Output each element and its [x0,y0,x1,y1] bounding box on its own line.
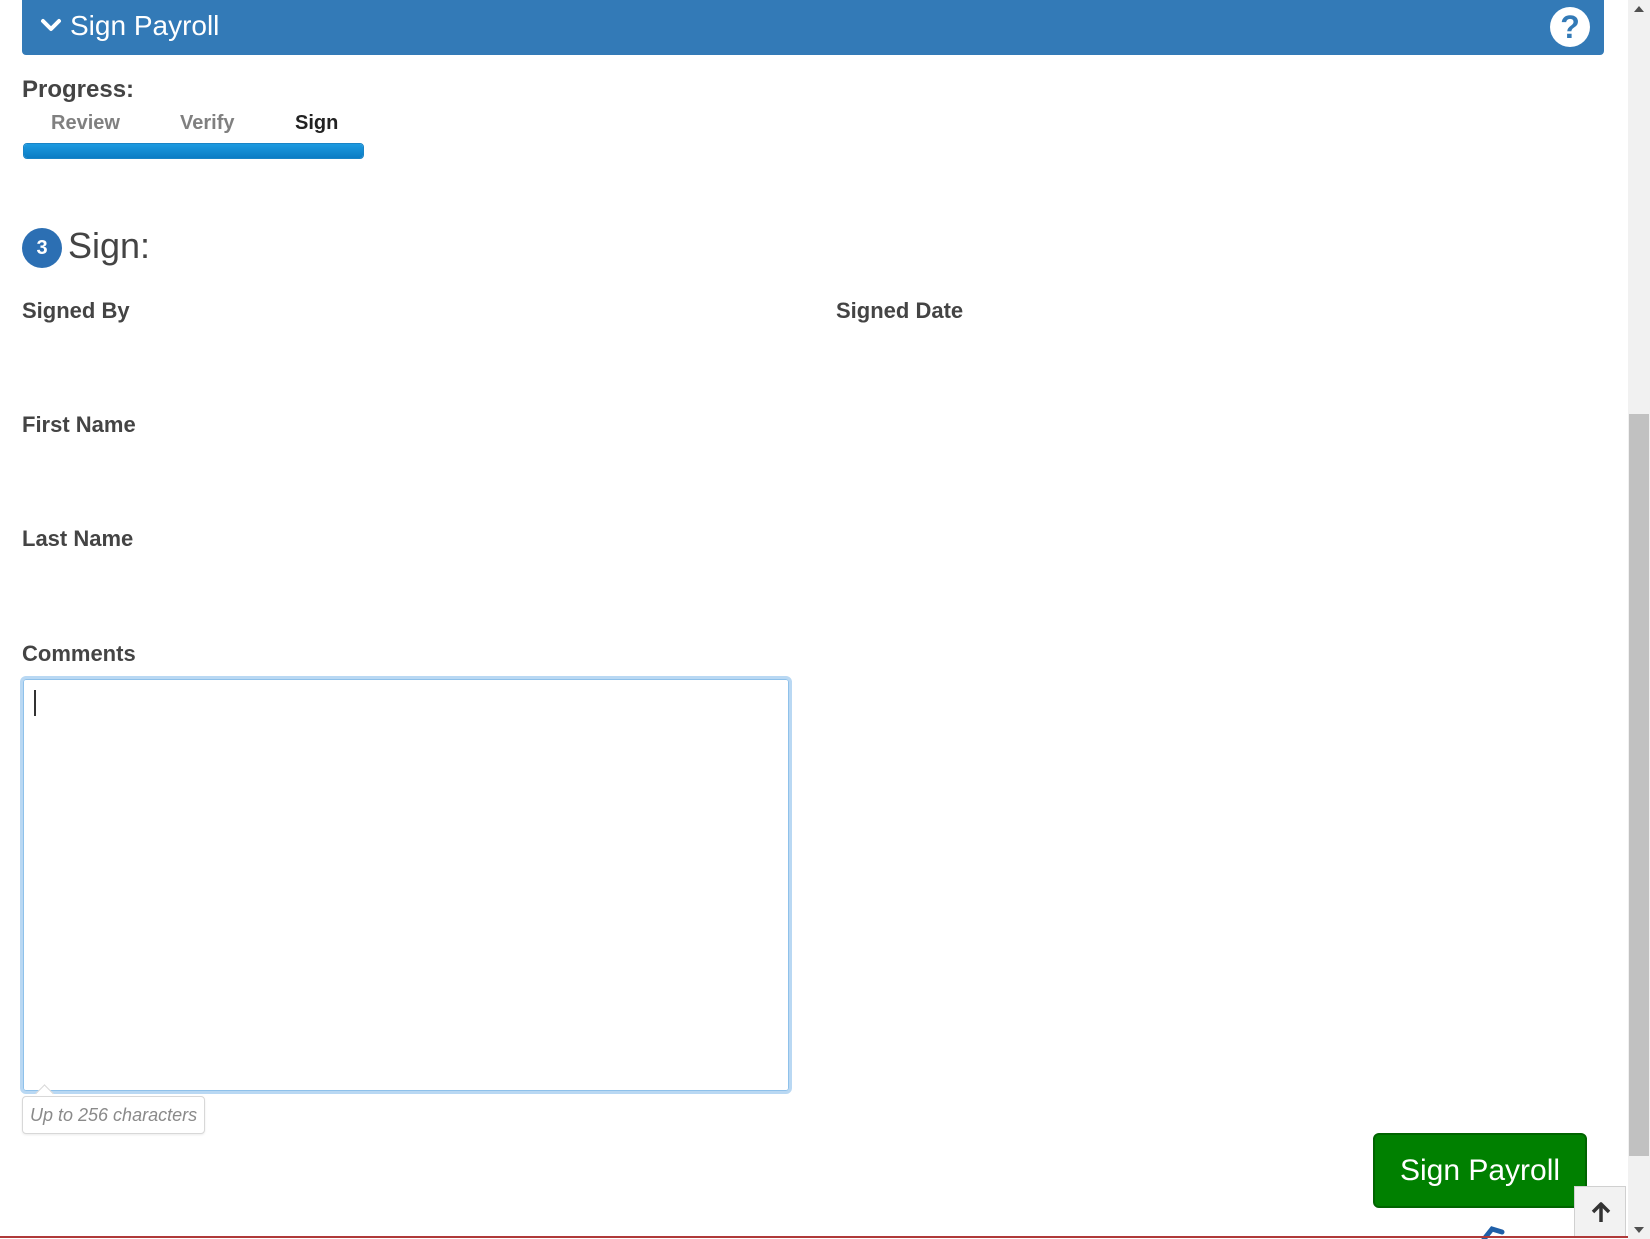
progress-bar [23,143,364,159]
vertical-scrollbar[interactable] [1628,0,1650,1239]
first-name-label: First Name [22,412,136,437]
signed-by-label: Signed By [22,298,130,323]
section-title: Sign: [68,225,151,266]
progress-bar-fill [24,144,363,158]
scroll-to-top-button[interactable] [1574,1186,1626,1238]
progress-step-review: Review [51,112,120,134]
progress-step-verify: Verify [180,112,235,134]
scroll-down-arrow-icon[interactable] [1628,1219,1650,1239]
panel-header[interactable]: Sign Payroll ? [22,0,1604,55]
scrollbar-thumb[interactable] [1629,414,1649,1156]
comments-textarea[interactable] [20,676,792,1094]
comments-hint: Up to 256 characters [22,1096,206,1134]
text-caret [34,690,36,716]
sign-payroll-page: Sign Payroll ? Progress: Review Verify S… [0,0,1650,1239]
signed-date-label: Signed Date [836,298,964,323]
sign-payroll-button[interactable]: Sign Payroll [1373,1133,1587,1208]
question-circle-icon: ? [1560,9,1580,45]
progress-step-sign: Sign [295,112,339,134]
progress-steps: Review Verify Sign [22,112,366,142]
bottom-divider [0,1236,1628,1238]
comments-label: Comments [22,641,136,666]
panel-title: Sign Payroll [70,10,220,41]
help-button[interactable]: ? [1550,7,1590,47]
step-number-badge: 3 [22,228,62,268]
arrow-up-icon [1591,1202,1611,1222]
progress-label: Progress: [22,76,135,103]
chevron-down-icon[interactable] [40,18,62,34]
scroll-up-arrow-icon[interactable] [1628,0,1650,20]
last-name-label: Last Name [22,526,134,551]
